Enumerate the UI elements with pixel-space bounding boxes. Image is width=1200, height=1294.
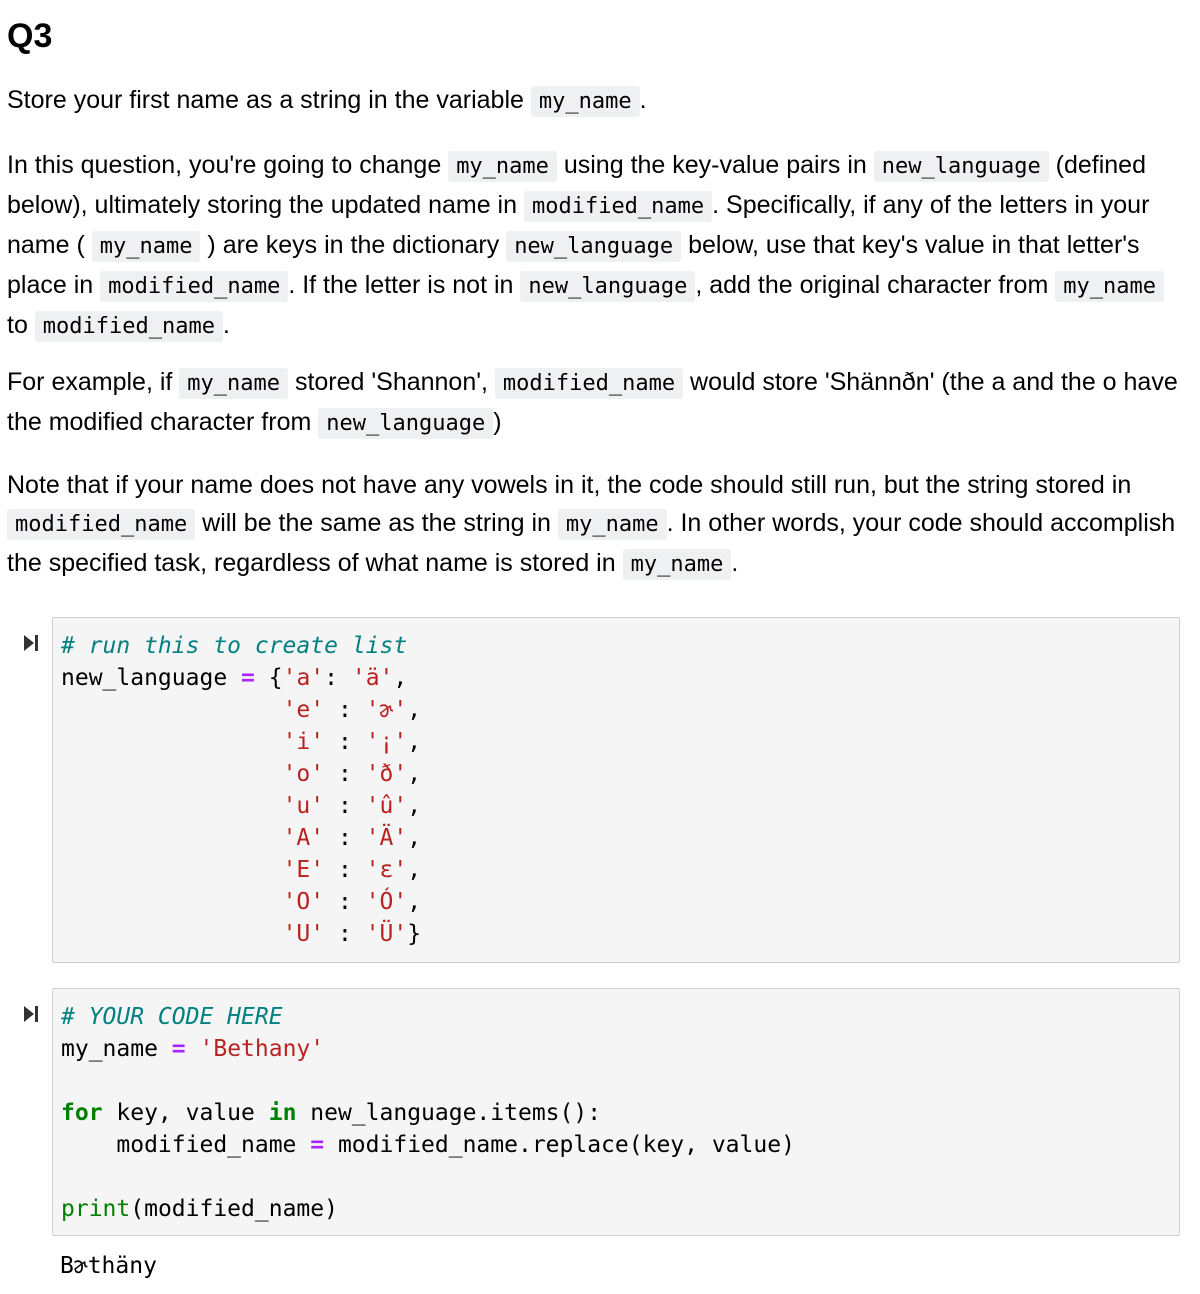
inline-code: my_name <box>557 509 667 540</box>
dict-value: '¡' <box>365 729 408 755</box>
inline-code: modified_name <box>34 311 223 342</box>
dict-key: 'e' <box>282 697 325 723</box>
inline-code: new_language <box>873 151 1049 182</box>
dict-key: 'E' <box>282 857 325 883</box>
dict-value: 'ð' <box>365 761 408 787</box>
dict-key: 'U' <box>282 921 325 947</box>
inline-code: my_name <box>530 86 640 117</box>
instruction-paragraph-2: In this question, you're going to change… <box>7 146 1187 346</box>
cell-output: Bɚthäny <box>60 1253 157 1279</box>
code-cell-dictionary[interactable]: # run this to create list new_language =… <box>52 617 1180 963</box>
dict-value: 'ɚ' <box>365 697 408 723</box>
inline-code: new_language <box>520 271 696 302</box>
dict-value: 'û' <box>365 793 408 819</box>
dict-value: 'Ó' <box>365 889 408 915</box>
inline-code: my_name <box>179 368 288 399</box>
dict-value: 'Ä' <box>365 825 408 851</box>
code-editor[interactable]: # YOUR CODE HERE my_name = 'Bethany' for… <box>53 989 1179 1225</box>
instruction-paragraph-3: For example, if my_name stored 'Shannon'… <box>7 363 1187 443</box>
dict-value: 'ä' <box>351 665 394 691</box>
question-heading: Q3 <box>7 17 53 55</box>
code-cell-solution[interactable]: # YOUR CODE HERE my_name = 'Bethany' for… <box>52 988 1180 1236</box>
dict-key: 'a' <box>282 665 325 691</box>
inline-code: modified_name <box>523 191 713 222</box>
instruction-paragraph-4: Note that if your name does not have any… <box>7 466 1187 584</box>
code-comment: # YOUR CODE HERE <box>61 1004 283 1030</box>
inline-code: modified_name <box>100 271 289 302</box>
inline-code: my_name <box>91 231 201 262</box>
dict-key: 'i' <box>282 729 325 755</box>
code-comment: # run this to create list <box>61 633 408 659</box>
inline-code: modified_name <box>494 368 684 399</box>
inline-code: new_language <box>506 231 682 262</box>
run-cell-icon[interactable] <box>22 1004 40 1024</box>
dict-key: 'u' <box>282 793 325 819</box>
code-editor[interactable]: # run this to create list new_language =… <box>53 618 1179 950</box>
inline-code: modified_name <box>7 509 196 540</box>
dict-value: 'ɛ' <box>365 857 408 883</box>
dict-key: 'o' <box>282 761 325 787</box>
dict-value: 'Ü' <box>365 921 408 947</box>
inline-code: my_name <box>622 549 732 580</box>
inline-code: my_name <box>448 151 557 182</box>
run-cell-icon[interactable] <box>22 633 40 653</box>
dict-key: 'A' <box>282 825 325 851</box>
dict-key: 'O' <box>282 889 325 915</box>
inline-code: new_language <box>318 408 494 439</box>
instruction-paragraph-1: Store your first name as a string in the… <box>7 81 1187 121</box>
inline-code: my_name <box>1055 271 1164 302</box>
